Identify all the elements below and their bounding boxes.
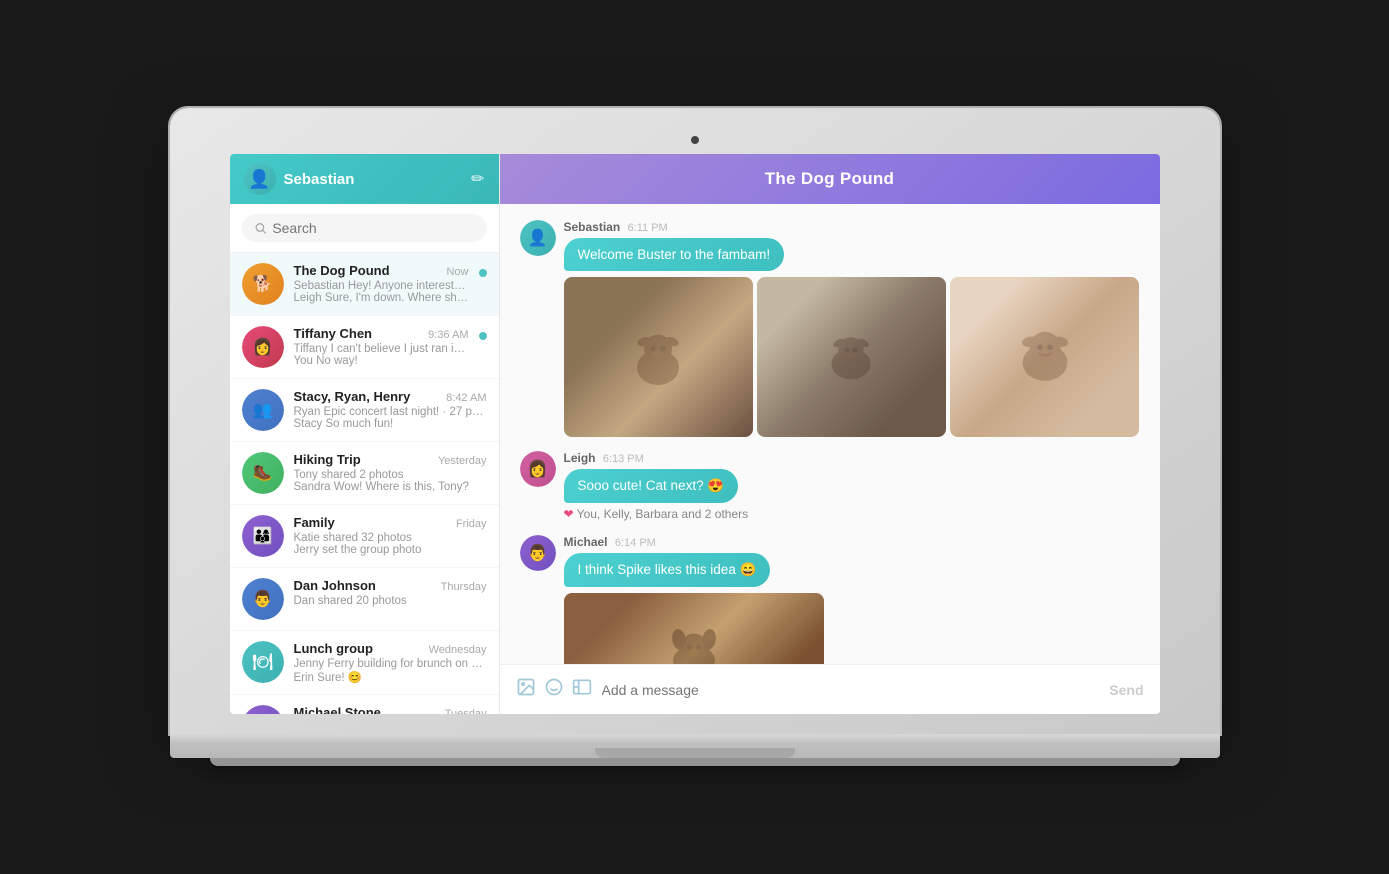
image-icon[interactable]: [516, 677, 536, 702]
photo-spike: [564, 593, 824, 664]
conv-item-lunch[interactable]: 🍽 Lunch group Wednesday Jenny Ferry buil…: [230, 631, 499, 695]
unread-dot: [479, 332, 487, 340]
message-bubble: Welcome Buster to the fambam!: [564, 238, 785, 271]
search-icon: [254, 221, 267, 235]
message-group-leigh: 👩 Leigh 6:13 PM Sooo cute! Cat next? 😍 ❤…: [520, 451, 1140, 521]
msg-avatar-sebastian: 👤: [520, 220, 556, 256]
input-icons: [516, 677, 592, 702]
message-sender-row-michael: 👨 Michael 6:14 PM I think Spike likes th…: [520, 535, 1140, 664]
send-button[interactable]: Send: [1109, 682, 1143, 698]
conv-content: Family Friday Katie shared 32 photos Jer…: [294, 515, 487, 556]
camera-dot: [691, 136, 699, 144]
search-input-wrap[interactable]: [242, 214, 487, 242]
chat-header: The Dog Pound: [500, 154, 1160, 204]
search-bar: [230, 204, 499, 253]
photo-dog-1: [564, 277, 753, 437]
chat-title: The Dog Pound: [765, 169, 895, 189]
message-content-michael: Michael 6:14 PM I think Spike likes this…: [564, 535, 1140, 664]
user-avatar: 👤: [244, 163, 276, 195]
conv-content: Tiffany Chen 9:36 AM Tiffany I can't bel…: [294, 326, 469, 367]
emoji-icon[interactable]: [544, 677, 564, 702]
conv-item-stacy[interactable]: 👥 Stacy, Ryan, Henry 8:42 AM Ryan Epic c…: [230, 379, 499, 442]
screen-bezel: 👤 Sebastian ✏: [170, 108, 1220, 734]
edit-icon[interactable]: ✏: [471, 169, 484, 189]
conv-content: Michael Stone Tuesday Michael shared 10 …: [294, 705, 487, 714]
conv-item-tiffany[interactable]: 👩 Tiffany Chen 9:36 AM Tiffany I can't b…: [230, 316, 499, 379]
message-sender-row-leigh: 👩 Leigh 6:13 PM Sooo cute! Cat next? 😍 ❤…: [520, 451, 1140, 521]
chat-messages: 👤 Sebastian 6:11 PM Welcome Buster to th…: [500, 204, 1160, 664]
conv-avatar-lunch: 🍽: [242, 641, 284, 683]
sidebar-user: 👤 Sebastian: [244, 163, 355, 195]
photo-dog-3: [950, 277, 1139, 437]
conv-content: Stacy, Ryan, Henry 8:42 AM Ryan Epic con…: [294, 389, 487, 430]
laptop-foot: [210, 758, 1180, 766]
conv-item-dog-pound[interactable]: 🐕 The Dog Pound Now Sebastian Hey! Anyon…: [230, 253, 499, 316]
conv-avatar-tiffany: 👩: [242, 326, 284, 368]
sticker-icon[interactable]: [572, 677, 592, 702]
msg-avatar-leigh: 👩: [520, 451, 556, 487]
laptop-base: [170, 734, 1220, 758]
screen: 👤 Sebastian ✏: [230, 154, 1160, 714]
sidebar: 👤 Sebastian ✏: [230, 154, 500, 714]
conv-item-michael[interactable]: 👨 Michael Stone Tuesday Michael shared 1…: [230, 695, 499, 714]
conv-avatar-dog-pound: 🐕: [242, 263, 284, 305]
conversation-list: 🐕 The Dog Pound Now Sebastian Hey! Anyon…: [230, 253, 499, 714]
sidebar-username: Sebastian: [284, 171, 355, 188]
photo-dog-2: [757, 277, 946, 437]
conv-item-hiking[interactable]: 🥾 Hiking Trip Yesterday Tony shared 2 ph…: [230, 442, 499, 505]
message-group-sebastian: 👤 Sebastian 6:11 PM Welcome Buster to th…: [520, 220, 1140, 437]
message-group-michael: 👨 Michael 6:14 PM I think Spike likes th…: [520, 535, 1140, 664]
leigh-reaction: ❤ You, Kelly, Barbara and 2 others: [564, 507, 1140, 521]
conv-item-dan[interactable]: 👨 Dan Johnson Thursday Dan shared 20 pho…: [230, 568, 499, 631]
conv-content: Hiking Trip Yesterday Tony shared 2 phot…: [294, 452, 487, 493]
message-content-leigh: Leigh 6:13 PM Sooo cute! Cat next? 😍 ❤ Y…: [564, 451, 1140, 521]
conv-content: Lunch group Wednesday Jenny Ferry buildi…: [294, 641, 487, 684]
conv-avatar-stacy: 👥: [242, 389, 284, 431]
conv-item-family[interactable]: 👨‍👩‍👦 Family Friday Katie shared 32 phot…: [230, 505, 499, 568]
conv-avatar-dan: 👨: [242, 578, 284, 620]
photo-grid-dogs: [564, 277, 1140, 437]
conv-content: Dan Johnson Thursday Dan shared 20 photo…: [294, 578, 487, 607]
sidebar-header: 👤 Sebastian ✏: [230, 154, 499, 204]
chat-main: The Dog Pound 👤 Sebastian 6:11: [500, 154, 1160, 714]
message-content-sebastian: Sebastian 6:11 PM Welcome Buster to the …: [564, 220, 1140, 437]
laptop-container: 👤 Sebastian ✏: [170, 108, 1220, 766]
search-input[interactable]: [272, 220, 474, 236]
message-bubble-leigh: Sooo cute! Cat next? 😍: [564, 469, 739, 503]
message-bubble-michael: I think Spike likes this idea 😄: [564, 553, 771, 587]
photo-grid-spike: [564, 593, 1140, 664]
chat-input-bar: Send: [500, 664, 1160, 714]
unread-dot: [479, 269, 487, 277]
conv-avatar-hiking: 🥾: [242, 452, 284, 494]
conv-avatar-family: 👨‍👩‍👦: [242, 515, 284, 557]
conv-avatar-michael: 👨: [242, 705, 284, 714]
message-input[interactable]: [602, 682, 1100, 698]
message-sender-row: 👤 Sebastian 6:11 PM Welcome Buster to th…: [520, 220, 1140, 437]
conv-content: The Dog Pound Now Sebastian Hey! Anyone …: [294, 263, 469, 304]
msg-avatar-michael: 👨: [520, 535, 556, 571]
